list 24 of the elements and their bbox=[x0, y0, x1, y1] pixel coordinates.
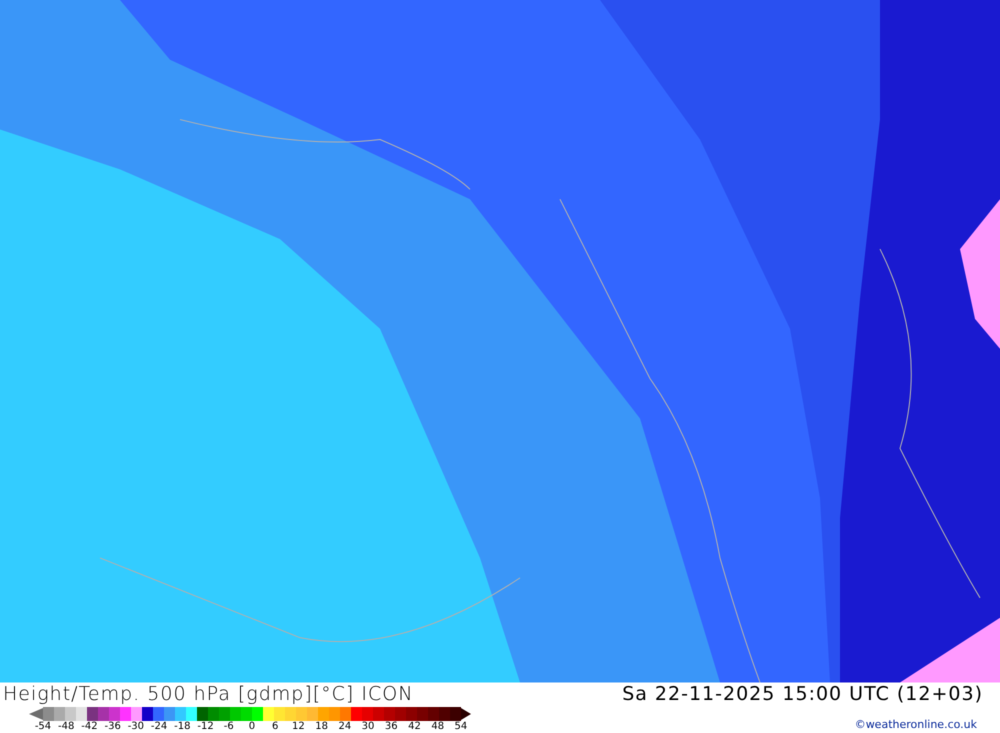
legend-tick-label: 30 bbox=[360, 720, 376, 732]
legend-tick-label: 6 bbox=[270, 720, 280, 732]
high-arrow-icon bbox=[461, 708, 471, 720]
low-arrow-icon bbox=[29, 708, 43, 720]
copyright-link[interactable]: ©weatheronline.co.uk bbox=[854, 716, 977, 733]
legend-tick-label: 0 bbox=[248, 720, 256, 732]
legend-tick-label: 18 bbox=[314, 720, 329, 732]
forecast-datetime: Sa 22-11-2025 15:00 UTC (12+03) bbox=[622, 685, 983, 704]
legend-tick-label: 48 bbox=[430, 720, 446, 732]
legend-tick-label: -42 bbox=[80, 720, 99, 732]
legend-tick-label: -48 bbox=[57, 720, 76, 732]
legend-tick-label: 42 bbox=[407, 720, 422, 732]
legend-tick-label: -12 bbox=[196, 720, 215, 732]
legend-tick-label: -30 bbox=[126, 720, 146, 732]
legend-tick-label: 54 bbox=[454, 720, 468, 732]
legend-tick-label: -6 bbox=[222, 720, 235, 732]
legend-tick-label: 12 bbox=[291, 720, 306, 732]
legend-tick-label: 24 bbox=[337, 720, 352, 732]
legend-tick-label: -24 bbox=[150, 720, 168, 732]
legend-tick-label: 36 bbox=[384, 720, 399, 732]
legend-tick-label: -18 bbox=[173, 720, 192, 732]
legend-tick-label: -36 bbox=[103, 720, 122, 732]
map-title: Height/Temp. 500 hPa [gdmp][°C] ICON bbox=[3, 685, 414, 704]
legend-tick-label: -54 bbox=[34, 720, 52, 732]
